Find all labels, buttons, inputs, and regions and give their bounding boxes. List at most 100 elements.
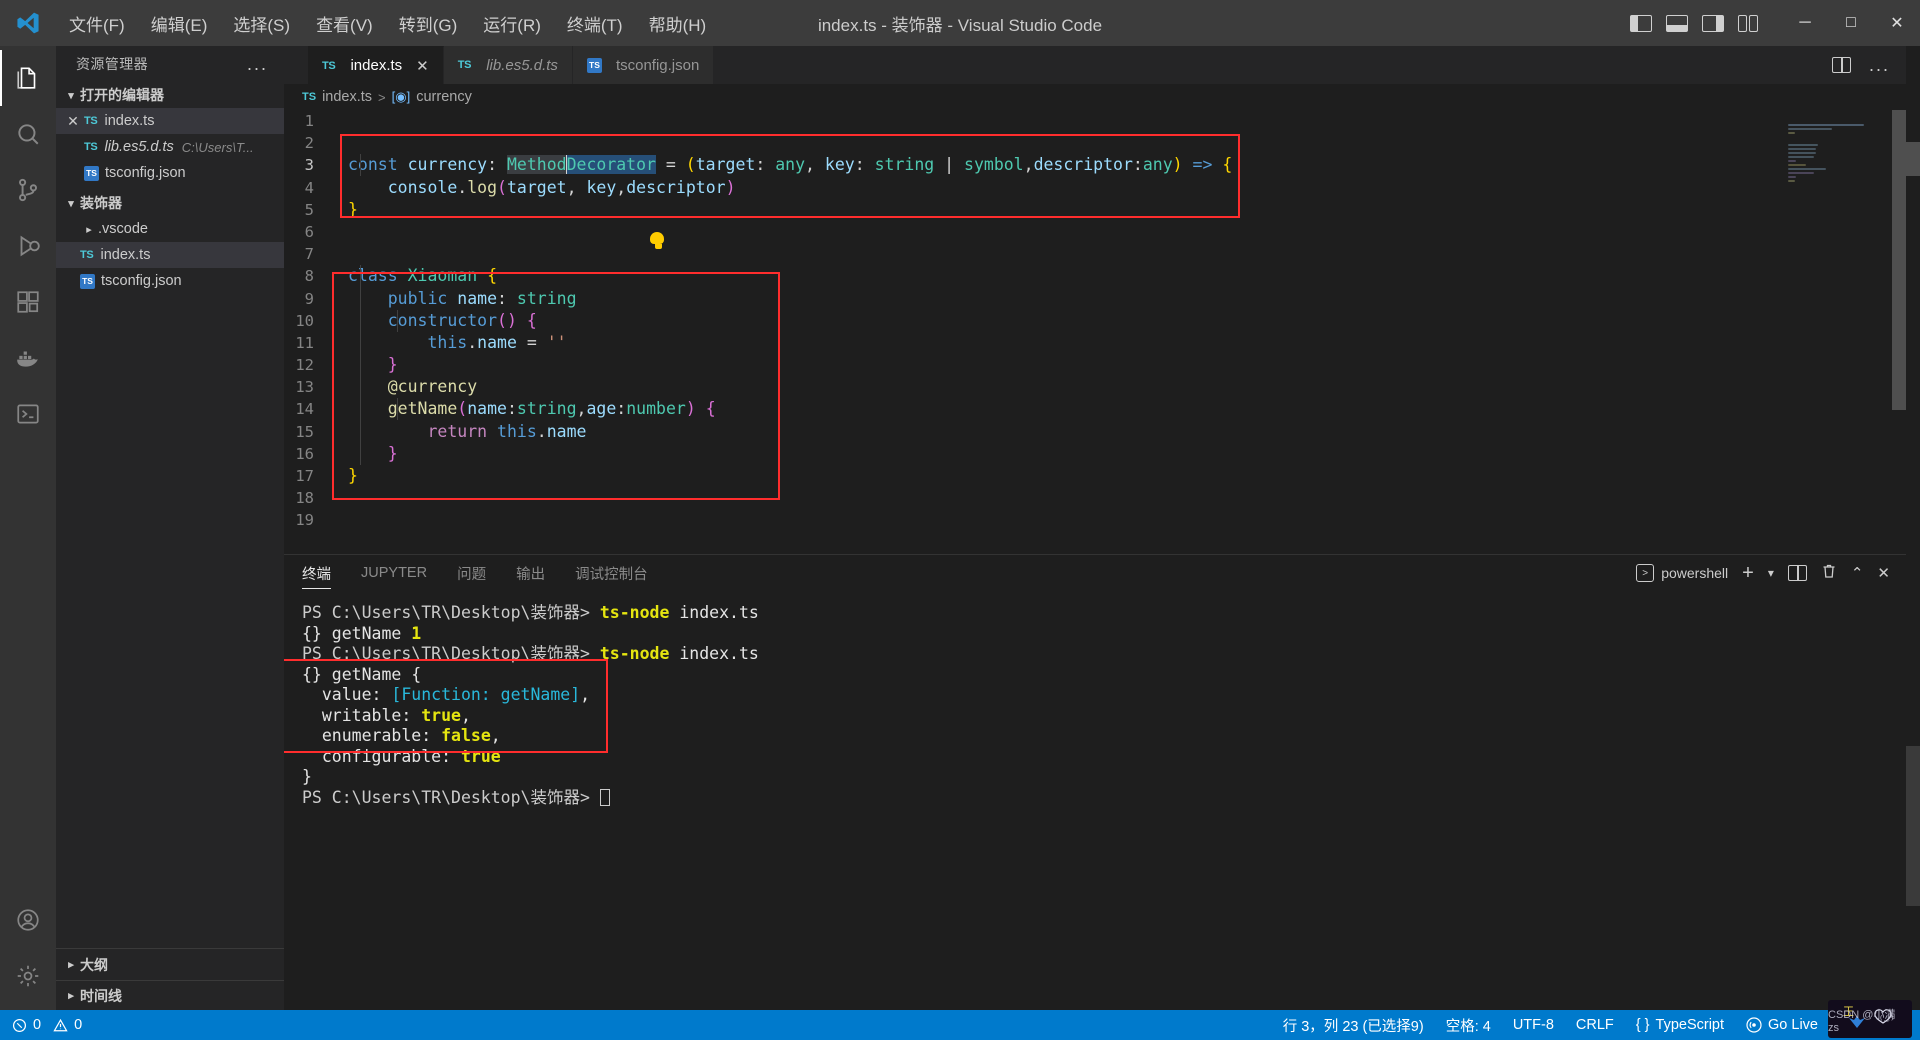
menu-help[interactable]: 帮助(H) [636, 7, 720, 40]
status-problems[interactable]: 0 0 [12, 1017, 82, 1033]
status-language-mode[interactable]: { } TypeScript [1636, 1017, 1724, 1033]
terminal-output[interactable]: PS C:\Users\TR\Desktop\装饰器> ts-node inde… [284, 591, 1906, 1010]
right-scrollbar-track[interactable] [1906, 746, 1920, 906]
open-editor-lib-es5[interactable]: TS lib.es5.d.ts C:\Users\T... [56, 134, 284, 160]
tab-tsconfig[interactable]: TS tsconfig.json [572, 46, 715, 84]
status-encoding[interactable]: UTF-8 [1513, 1017, 1554, 1033]
close-button[interactable]: ✕ [1874, 0, 1920, 46]
indent-guide [397, 398, 398, 420]
right-scrollbar-thumb[interactable] [1906, 142, 1920, 176]
maximize-panel-icon[interactable]: ⌃ [1851, 564, 1864, 582]
code-line-17: 17 } [284, 465, 1906, 487]
toggle-primary-sidebar-icon[interactable] [1630, 14, 1652, 32]
sidebar-item-run-debug[interactable] [0, 218, 56, 274]
split-editor-icon[interactable] [1831, 57, 1851, 73]
quick-fix-lightbulb-icon[interactable] [650, 232, 666, 249]
section-timeline-label: 时间线 [80, 987, 122, 1004]
tab-terminal[interactable]: 终端 [302, 555, 331, 591]
chevron-right-icon: ▸ [86, 223, 92, 236]
status-right: 行 3，列 23 (已选择9) 空格: 4 UTF-8 CRLF { } Typ… [1283, 1015, 1920, 1036]
sidebar-item-explorer[interactable] [0, 50, 56, 106]
tab-jupyter[interactable]: JUPYTER [361, 555, 427, 591]
sidebar-item-extensions[interactable] [0, 274, 56, 330]
maximize-button[interactable]: □ [1828, 0, 1874, 46]
code-text: const currency: MethodDecorator = (targe… [348, 155, 1233, 175]
toggle-panel-icon[interactable] [1666, 14, 1688, 32]
layout-controls[interactable] [1630, 14, 1782, 32]
minimize-button[interactable]: ─ [1782, 0, 1828, 46]
menu-view[interactable]: 查看(V) [303, 7, 386, 40]
sidebar-item-source-control[interactable] [0, 162, 56, 218]
section-timeline[interactable]: ▸ 时间线 [56, 980, 284, 1010]
tab-problems[interactable]: 问题 [457, 555, 486, 591]
terminal-shell-selector[interactable]: > powershell [1636, 564, 1728, 582]
tab-lib-es5[interactable]: TS lib.es5.d.ts [443, 46, 573, 84]
sidebar-item-remote-terminal[interactable] [0, 386, 56, 442]
tab-output[interactable]: 输出 [516, 555, 545, 591]
open-editor-label: tsconfig.json [105, 165, 186, 181]
ts-icon: TS [80, 249, 94, 261]
open-editor-label: index.ts [104, 113, 155, 129]
window-right-scrollbar[interactable] [1906, 46, 1920, 1010]
terminal-line: PS C:\Users\TR\Desktop\装饰器> [302, 788, 1906, 809]
accounts-icon[interactable] [0, 892, 56, 948]
toggle-secondary-sidebar-icon[interactable] [1702, 14, 1724, 32]
customize-layout-icon[interactable] [1738, 14, 1760, 32]
code-editor[interactable]: 1 2 3 const currency: MethodDecorator = … [284, 110, 1906, 554]
menu-file[interactable]: 文件(F) [56, 7, 138, 40]
menu-edit[interactable]: 编辑(E) [138, 7, 221, 40]
breadcrumb-symbol[interactable]: currency [416, 89, 472, 105]
sidebar-more-actions-icon[interactable]: ... [247, 54, 276, 75]
status-go-live[interactable]: Go Live [1746, 1017, 1818, 1033]
line-number: 17 [295, 467, 314, 485]
file-tree-label: tsconfig.json [101, 273, 182, 289]
chevron-right-icon: ▸ [68, 959, 74, 971]
close-icon[interactable]: ✕ [62, 113, 84, 130]
code-content[interactable]: 1 2 3 const currency: MethodDecorator = … [284, 110, 1906, 532]
menu-selection[interactable]: 选择(S) [220, 7, 303, 40]
sidebar-item-docker[interactable] [0, 330, 56, 386]
terminal-line: {} getName { [302, 664, 422, 684]
kill-terminal-icon[interactable] [1821, 563, 1837, 583]
close-panel-icon[interactable]: ✕ [1877, 564, 1890, 582]
code-line-14: 14 getName(name:string,age:number) { [284, 398, 1906, 420]
menu-terminal[interactable]: 终端(T) [554, 7, 636, 40]
line-number: 7 [304, 245, 314, 264]
sidebar-item-search[interactable] [0, 106, 56, 162]
file-tree-item-vscode[interactable]: ▸ .vscode [56, 216, 284, 242]
vscode-window: 文件(F) 编辑(E) 选择(S) 查看(V) 转到(G) 运行(R) 终端(T… [0, 0, 1920, 1040]
new-terminal-icon[interactable]: + [1742, 562, 1754, 585]
panel-actions: > powershell + ▾ ⌃ ✕ [1636, 562, 1906, 585]
minimap[interactable] [1788, 110, 1888, 554]
tab-index-ts[interactable]: TS index.ts ✕ [308, 46, 444, 84]
code-text: } [387, 355, 398, 375]
editor-scrollbar-thumb[interactable] [1892, 110, 1906, 410]
editor-more-actions-icon[interactable]: ... [1869, 55, 1890, 76]
tab-debug-console[interactable]: 调试控制台 [575, 555, 648, 591]
open-editor-index-ts[interactable]: ✕ TS index.ts [56, 108, 284, 134]
status-eol[interactable]: CRLF [1576, 1017, 1614, 1033]
status-cursor-position[interactable]: 行 3，列 23 (已选择9) [1283, 1015, 1424, 1036]
settings-gear-icon[interactable] [0, 948, 56, 1004]
breadcrumb-file[interactable]: index.ts [322, 89, 372, 105]
menu-go[interactable]: 转到(G) [386, 7, 471, 40]
section-outline[interactable]: ▸ 大纲 [56, 948, 284, 980]
menu-bar[interactable]: 文件(F) 编辑(E) 选择(S) 查看(V) 转到(G) 运行(R) 终端(T… [56, 7, 719, 40]
chevron-down-icon[interactable]: ▾ [1768, 566, 1774, 580]
open-editor-tsconfig[interactable]: TS tsconfig.json [56, 160, 284, 186]
file-tree-item-tsconfig[interactable]: TS tsconfig.json [56, 268, 284, 294]
editor-scrollbar[interactable] [1892, 110, 1906, 554]
file-tree-item-index-ts[interactable]: TS index.ts [56, 242, 284, 268]
menu-run[interactable]: 运行(R) [470, 7, 554, 40]
close-icon[interactable]: ✕ [410, 57, 429, 75]
code-line: 6 [284, 221, 1906, 243]
section-workspace[interactable]: ▾ 装饰器 [56, 190, 284, 216]
split-terminal-icon[interactable] [1787, 565, 1807, 581]
indent-guide [397, 310, 398, 332]
ts-icon: TS [457, 59, 472, 71]
file-tree-label: index.ts [100, 247, 151, 263]
status-indentation[interactable]: 空格: 4 [1446, 1015, 1491, 1036]
section-open-editors[interactable]: ▾ 打开的编辑器 [56, 82, 284, 108]
section-open-editors-label: 打开的编辑器 [80, 87, 164, 103]
open-editor-label: lib.es5.d.ts [104, 139, 174, 155]
